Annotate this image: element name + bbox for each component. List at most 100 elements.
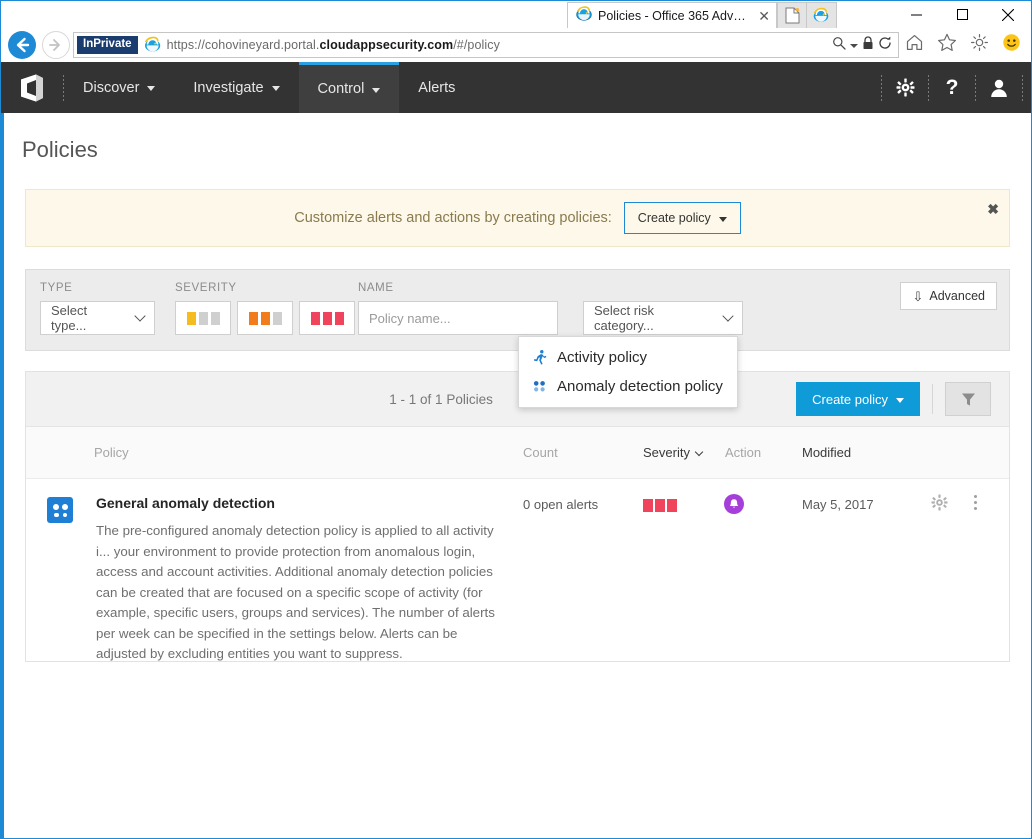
severity-medium-button[interactable] — [237, 301, 293, 335]
nav-item-discover[interactable]: Discover — [64, 62, 174, 113]
address-bar[interactable]: InPrivate https://cohovineyard.portal.cl… — [73, 32, 899, 58]
search-icon[interactable] — [832, 36, 846, 55]
double-chevron-down-icon: ⇩ — [912, 288, 924, 304]
chevron-down-icon — [134, 310, 146, 322]
close-button[interactable] — [985, 1, 1031, 28]
forward-button[interactable] — [42, 31, 70, 59]
settings-gear-icon[interactable] — [882, 62, 928, 113]
funnel-filter-icon[interactable] — [945, 382, 991, 416]
policy-modified-date: May 5, 2017 — [802, 497, 874, 512]
office-logo[interactable] — [1, 62, 63, 113]
home-icon[interactable] — [905, 33, 924, 57]
browser-window: Policies - Office 365 Advan... ✕ InPriva… — [0, 0, 1032, 839]
four-dots-icon — [531, 378, 557, 395]
advanced-label: Advanced — [929, 289, 985, 303]
policy-description: The pre-configured anomaly detection pol… — [96, 523, 495, 661]
minimize-button[interactable] — [893, 1, 939, 28]
divider — [932, 384, 933, 414]
policy-name-placeholder: Policy name... — [369, 310, 451, 326]
chevron-down-icon — [147, 86, 156, 91]
banner-create-policy-label: Create policy — [637, 211, 711, 225]
kebab-menu-icon — [974, 495, 977, 510]
refresh-icon[interactable] — [878, 36, 892, 55]
nav-item-alerts[interactable]: Alerts — [399, 62, 474, 113]
running-person-icon — [531, 349, 557, 366]
menu-item-anomaly-detection-policy[interactable]: Anomaly detection policy — [519, 372, 737, 401]
internet-explorer-icon — [576, 6, 592, 25]
internet-explorer-icon — [144, 36, 162, 54]
browser-titlebar: Policies - Office 365 Advan... ✕ — [1, 1, 1031, 28]
table-row[interactable]: General anomaly detection The pre-config… — [26, 479, 1009, 661]
menu-item-label: Activity policy — [557, 349, 648, 366]
advanced-filters-button[interactable]: ⇩ Advanced — [900, 282, 997, 310]
help-question-icon[interactable]: ? — [929, 62, 975, 113]
chevron-down-icon — [896, 397, 904, 403]
new-tab-button[interactable] — [777, 2, 807, 28]
column-header-action[interactable]: Action — [725, 445, 761, 460]
severity-low-button[interactable] — [175, 301, 231, 335]
menu-item-activity-policy[interactable]: Activity policy — [519, 343, 737, 372]
gear-icon[interactable] — [970, 33, 989, 57]
nav-item-investigate[interactable]: Investigate — [174, 62, 298, 113]
star-icon[interactable] — [937, 33, 957, 57]
banner-close-icon[interactable]: ✖ — [987, 202, 999, 216]
column-header-severity[interactable]: Severity — [643, 445, 704, 460]
smiley-icon[interactable] — [1002, 33, 1021, 57]
policy-severity-indicator — [643, 499, 677, 512]
policy-name-input[interactable]: Policy name... — [358, 301, 558, 335]
address-bar-icons — [828, 35, 898, 55]
create-policy-dropdown-menu: Activity policy Anomaly detection policy — [518, 336, 738, 408]
banner-text: Customize alerts and actions by creating… — [294, 210, 612, 226]
type-select[interactable]: Select type... — [40, 301, 155, 335]
policy-settings-gear-icon[interactable] — [930, 493, 949, 515]
url-text: https://cohovineyard.portal.cloudappsecu… — [166, 38, 500, 52]
tab-title: Policies - Office 365 Advan... — [598, 8, 751, 23]
policy-name[interactable]: General anomaly detection — [96, 495, 516, 511]
alert-bell-icon — [724, 494, 744, 514]
risk-category-select[interactable]: Select risk category... — [583, 301, 743, 335]
nav-item-label: Investigate — [193, 79, 264, 96]
menu-item-label: Anomaly detection policy — [557, 378, 723, 395]
inprivate-badge: InPrivate — [77, 35, 138, 55]
nav-item-label: Control — [317, 81, 365, 97]
filter-name-label: NAME — [358, 282, 394, 294]
user-account-icon[interactable] — [976, 62, 1022, 113]
severity-high-button[interactable] — [299, 301, 355, 335]
browser-tab-active[interactable]: Policies - Office 365 Advan... ✕ — [567, 2, 777, 28]
window-controls — [893, 1, 1031, 28]
policy-action-icon[interactable] — [724, 494, 744, 514]
filter-severity-label: SEVERITY — [175, 282, 237, 294]
browser-toolbar-icons — [905, 33, 1027, 57]
filter-risk-category: Select risk category... — [583, 282, 743, 335]
risk-category-value: Select risk category... — [594, 303, 654, 333]
new-inprivate-tab-button[interactable] — [807, 2, 837, 28]
type-select-value: Select type... — [51, 303, 88, 333]
tab-close-icon[interactable]: ✕ — [758, 9, 770, 23]
column-header-modified[interactable]: Modified — [802, 445, 851, 460]
maximize-button[interactable] — [939, 1, 985, 28]
severity-buttons — [175, 301, 355, 335]
results-panel: 1 - 1 of 1 Policies Create policy Policy… — [25, 371, 1010, 662]
page-body: Policies Customize alerts and actions by… — [1, 113, 1031, 838]
chevron-down-icon — [694, 447, 704, 457]
four-dots-icon — [47, 497, 73, 523]
banner-create-policy-button[interactable]: Create policy — [623, 202, 741, 234]
app-navigation-bar: Discover Investigate Control Alerts ? — [1, 62, 1031, 113]
create-policy-label: Create policy — [812, 391, 888, 407]
table-header: Policy Count Severity Action Modified — [26, 427, 1009, 479]
chevron-down-icon — [718, 216, 727, 222]
nav-item-label: Discover — [83, 79, 140, 96]
back-button[interactable] — [8, 31, 36, 59]
chevron-down-icon[interactable] — [850, 36, 858, 54]
create-policy-button[interactable]: Create policy — [796, 382, 920, 416]
chevron-down-icon — [372, 87, 381, 93]
chevron-down-icon — [722, 310, 734, 322]
nav-item-control[interactable]: Control — [298, 62, 400, 113]
column-header-policy[interactable]: Policy — [94, 445, 129, 460]
chevron-down-icon — [271, 86, 280, 91]
results-actions: Create policy — [796, 382, 991, 416]
column-header-count[interactable]: Count — [523, 445, 558, 460]
policy-more-menu[interactable] — [974, 495, 977, 510]
tab-strip: Policies - Office 365 Advan... ✕ — [567, 1, 837, 28]
filter-name: NAME Policy name... — [358, 282, 558, 335]
